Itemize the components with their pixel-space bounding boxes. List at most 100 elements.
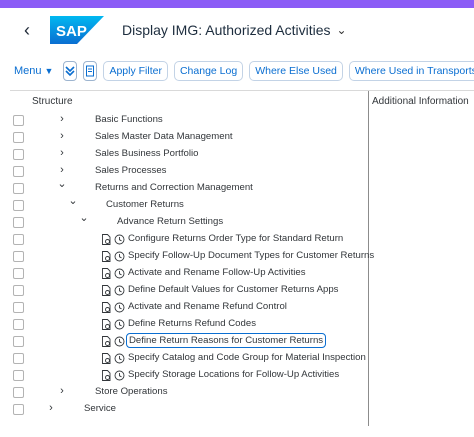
tree-row[interactable]: › Store Operations xyxy=(10,384,474,401)
clock-history-icon[interactable] xyxy=(114,336,125,347)
row-checkbox[interactable] xyxy=(13,115,24,126)
tree-row[interactable]: ⌄ Advance Return Settings xyxy=(10,211,474,231)
clock-history-icon[interactable] xyxy=(114,353,125,364)
column-header-structure[interactable]: Structure xyxy=(32,96,73,107)
tree-row[interactable]: Activate and Rename Refund Control xyxy=(10,299,474,316)
row-checkbox[interactable] xyxy=(13,319,24,330)
apply-filter-button[interactable]: Apply Filter xyxy=(103,61,168,81)
tree-row-label[interactable]: Returns and Correction Management xyxy=(95,182,253,193)
tree-rows: › Basic Functions › Sales Master Data Manag… xyxy=(10,112,474,418)
row-checkbox[interactable] xyxy=(13,166,24,177)
tree-row-label[interactable]: Activate and Rename Follow-Up Activities xyxy=(128,267,306,278)
top-accent-strip xyxy=(0,0,474,8)
row-checkbox[interactable] xyxy=(13,353,24,364)
tree-row-label[interactable]: Specify Catalog and Code Group for Mater… xyxy=(128,352,366,363)
chevron-right-icon[interactable]: › xyxy=(57,385,67,397)
tree-row[interactable]: Define Default Values for Customer Retur… xyxy=(10,282,474,299)
document-settings-icon[interactable] xyxy=(101,268,112,279)
clock-history-icon[interactable] xyxy=(114,234,125,245)
app-title[interactable]: Display IMG: Authorized Activities ⌄ xyxy=(122,22,347,38)
tree-row-label[interactable]: Customer Returns xyxy=(106,199,184,210)
clock-history-icon[interactable] xyxy=(114,268,125,279)
row-checkbox[interactable] xyxy=(13,234,24,245)
tree-row[interactable]: Specify Follow-Up Document Types for Cus… xyxy=(10,248,474,265)
row-checkbox[interactable] xyxy=(13,217,24,228)
chevron-down-icon[interactable]: ⌄ xyxy=(57,177,67,190)
tree-row-label[interactable]: Service xyxy=(84,403,116,414)
tree-row-label[interactable]: Configure Returns Order Type for Standar… xyxy=(128,233,343,244)
tree-row[interactable]: Configure Returns Order Type for Standar… xyxy=(10,231,474,248)
row-checkbox[interactable] xyxy=(13,183,24,194)
clock-history-icon[interactable] xyxy=(114,302,125,313)
tree-row-label[interactable]: Specify Storage Locations for Follow-Up … xyxy=(128,369,339,380)
collapse-all-button[interactable] xyxy=(63,61,78,81)
tree-row-label[interactable]: Sales Business Portfolio xyxy=(95,148,198,159)
chevron-right-icon[interactable]: › xyxy=(57,164,67,176)
document-settings-icon[interactable] xyxy=(101,319,112,330)
menu-button[interactable]: Menu ▼ xyxy=(10,65,57,77)
chevron-right-icon[interactable]: › xyxy=(57,130,67,142)
document-settings-icon[interactable] xyxy=(101,251,112,262)
tree-row-label[interactable]: Sales Master Data Management xyxy=(95,131,233,142)
row-checkbox[interactable] xyxy=(13,404,24,415)
column-header-additional-information[interactable]: Additional Information xyxy=(372,96,469,107)
tree-row-label[interactable]: Advance Return Settings xyxy=(117,216,223,227)
where-used-in-transports-button[interactable]: Where Used in Transports xyxy=(348,61,474,81)
back-button[interactable]: ‹ xyxy=(14,17,40,43)
tree-row-label[interactable]: Basic Functions xyxy=(95,114,163,125)
document-settings-icon[interactable] xyxy=(101,234,112,245)
tree-row-label[interactable]: Specify Follow-Up Document Types for Cus… xyxy=(128,250,374,261)
tree-row[interactable]: ⌄ Returns and Correction Management xyxy=(10,177,474,197)
row-checkbox[interactable] xyxy=(13,285,24,296)
toolbar: Menu ▼ Apply Filter Change Log Where Els… xyxy=(0,52,474,90)
sap-logo-text: SAP xyxy=(56,23,87,40)
tree-row-label[interactable]: Define Return Reasons for Customer Retur… xyxy=(125,333,327,348)
clock-history-icon[interactable] xyxy=(114,370,125,381)
document-settings-icon[interactable] xyxy=(101,370,112,381)
document-icon xyxy=(86,65,95,77)
document-settings-icon[interactable] xyxy=(101,353,112,364)
tree-row-label[interactable]: Sales Processes xyxy=(95,165,166,176)
tree-row[interactable]: › Service xyxy=(10,401,474,418)
tree-row-label[interactable]: Activate and Rename Refund Control xyxy=(128,301,287,312)
clock-history-icon[interactable] xyxy=(114,319,125,330)
chevron-right-icon[interactable]: › xyxy=(57,113,67,125)
where-else-used-button[interactable]: Where Else Used xyxy=(249,61,343,81)
document-settings-icon[interactable] xyxy=(101,302,112,313)
row-checkbox[interactable] xyxy=(13,336,24,347)
chevron-down-icon[interactable]: ⌄ xyxy=(68,194,78,207)
tree-row[interactable]: Specify Catalog and Code Group for Mater… xyxy=(10,350,474,367)
tree-row[interactable]: › Basic Functions xyxy=(10,112,474,129)
row-checkbox[interactable] xyxy=(13,302,24,313)
sap-logo[interactable]: SAP xyxy=(50,16,104,44)
row-checkbox[interactable] xyxy=(13,370,24,381)
shell-bar: ‹ SAP Display IMG: Authorized Activities… xyxy=(0,8,474,52)
row-checkbox[interactable] xyxy=(13,387,24,398)
tree-row[interactable]: › Sales Master Data Management xyxy=(10,129,474,146)
tree-row[interactable]: Define Returns Refund Codes xyxy=(10,316,474,333)
document-button[interactable] xyxy=(83,61,98,81)
tree-row[interactable]: Define Return Reasons for Customer Retur… xyxy=(10,333,474,350)
chevron-right-icon[interactable]: › xyxy=(46,402,56,414)
tree-row[interactable]: Activate and Rename Follow-Up Activities xyxy=(10,265,474,282)
row-checkbox[interactable] xyxy=(13,251,24,262)
menu-label: Menu xyxy=(14,65,42,77)
tree-row-label[interactable]: Define Default Values for Customer Retur… xyxy=(128,284,338,295)
row-checkbox[interactable] xyxy=(13,149,24,160)
row-checkbox[interactable] xyxy=(13,200,24,211)
change-log-button[interactable]: Change Log xyxy=(173,61,244,81)
row-checkbox[interactable] xyxy=(13,268,24,279)
row-checkbox[interactable] xyxy=(13,132,24,143)
tree-row-label[interactable]: Store Operations xyxy=(95,386,168,397)
tree-row-label[interactable]: Define Returns Refund Codes xyxy=(128,318,256,329)
tree-row[interactable]: › Sales Processes xyxy=(10,163,474,180)
chevron-right-icon[interactable]: › xyxy=(57,147,67,159)
document-settings-icon[interactable] xyxy=(101,336,112,347)
document-settings-icon[interactable] xyxy=(101,285,112,296)
tree-row[interactable]: Specify Storage Locations for Follow-Up … xyxy=(10,367,474,384)
chevron-left-icon: ‹ xyxy=(24,19,30,40)
chevron-down-icon[interactable]: ⌄ xyxy=(79,211,89,224)
clock-history-icon[interactable] xyxy=(114,285,125,296)
clock-history-icon[interactable] xyxy=(114,251,125,262)
tree-row[interactable]: › Sales Business Portfolio xyxy=(10,146,474,163)
